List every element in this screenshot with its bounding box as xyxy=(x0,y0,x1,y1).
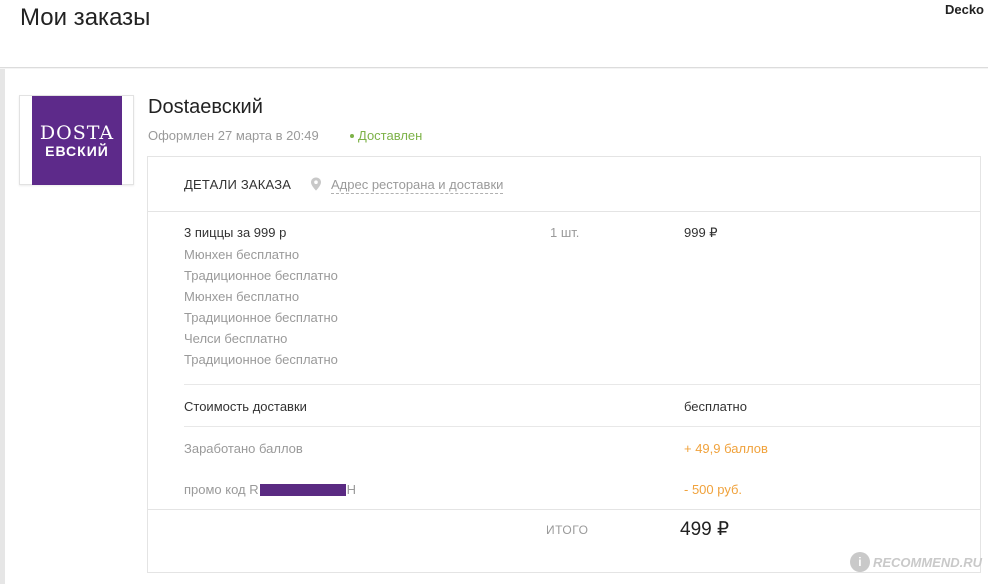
divider xyxy=(184,426,980,427)
top-bar: Мои заказы Decko xyxy=(0,0,988,68)
promo-code-suffix: H xyxy=(346,482,357,497)
total-value: 499 ₽ xyxy=(680,519,730,540)
logo-line-1: DOSTA xyxy=(39,121,115,144)
order-date: Оформлен 27 марта в 20:49 xyxy=(148,128,319,143)
divider xyxy=(184,384,980,385)
list-item: Мюнхен бесплатно xyxy=(184,247,300,262)
restaurant-name[interactable]: Dostaевский xyxy=(148,96,263,119)
corner-watermark: Decko xyxy=(944,2,984,17)
tab-order-details[interactable]: ДЕТАЛИ ЗАКАЗА xyxy=(184,177,291,192)
site-watermark: i RECOMMEND.RU xyxy=(849,552,982,572)
promo-code-prefix: промо код R xyxy=(184,482,259,497)
address-link[interactable]: Адрес ресторана и доставки xyxy=(331,177,504,194)
status-dot-icon xyxy=(350,133,354,138)
item-quantity: 1 шт. xyxy=(550,225,580,240)
points-earned-label: Заработано баллов xyxy=(184,441,303,456)
order-status: Доставлен xyxy=(350,128,422,143)
item-title: 3 пиццы за 999 р xyxy=(184,225,287,240)
watermark-text: RECOMMEND.RU xyxy=(872,554,982,570)
list-item: Челси бесплатно xyxy=(184,331,288,346)
restaurant-logo: DOSTA ЕВСКИЙ xyxy=(32,96,122,185)
delivery-cost-value: бесплатно xyxy=(684,399,747,414)
list-item: Традиционное бесплатно xyxy=(184,310,338,325)
item-price: 999 ₽ xyxy=(684,225,718,240)
delivery-cost-label: Стоимость доставки xyxy=(184,399,307,414)
location-pin-icon xyxy=(311,177,321,191)
redacted-promo-code xyxy=(259,483,346,496)
divider xyxy=(148,509,980,510)
points-earned-value: + 49,9 баллов xyxy=(684,441,768,456)
status-label: Доставлен xyxy=(358,128,423,143)
restaurant-logo-card[interactable]: DOSTA ЕВСКИЙ xyxy=(19,95,134,185)
list-item: Традиционное бесплатно xyxy=(184,352,338,367)
promo-code-label: промо код R H xyxy=(184,482,356,497)
promo-discount-value: - 500 руб. xyxy=(684,482,743,497)
total-label: ИТОГО xyxy=(546,523,589,537)
item-options-list: Мюнхен бесплатно Традиционное бесплатно … xyxy=(184,246,338,372)
order-details-panel: ДЕТАЛИ ЗАКАЗА Адрес ресторана и доставки… xyxy=(147,156,981,573)
page-title: Мои заказы xyxy=(20,4,151,31)
panel-tabs: ДЕТАЛИ ЗАКАЗА Адрес ресторана и доставки xyxy=(148,157,980,212)
logo-line-2: ЕВСКИЙ xyxy=(45,142,109,159)
list-item: Традиционное бесплатно xyxy=(184,268,338,283)
watermark-badge-icon: i xyxy=(849,552,870,572)
list-item: Мюнхен бесплатно xyxy=(184,289,300,304)
